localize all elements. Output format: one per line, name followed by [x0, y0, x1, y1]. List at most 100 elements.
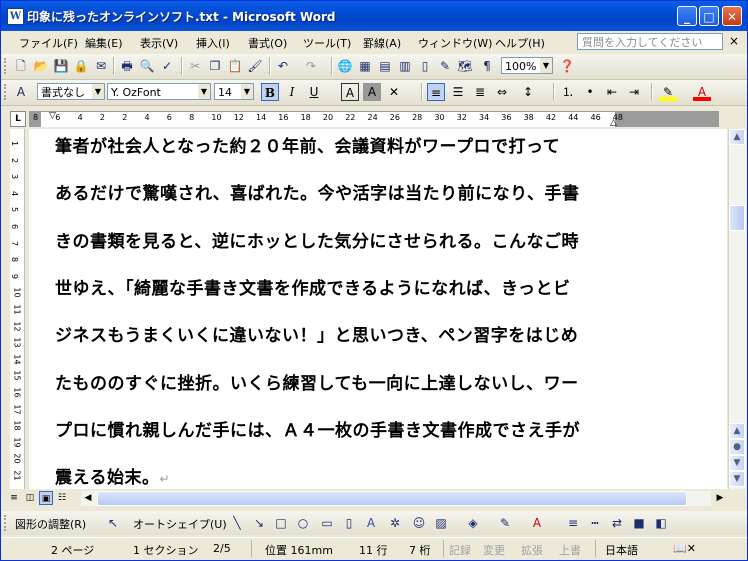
cut-icon[interactable]: ✂ — [187, 58, 203, 74]
font-color-icon[interactable]: A — [693, 83, 711, 101]
spelling-status-icon[interactable]: 📖✕ — [673, 542, 696, 555]
close-document-icon[interactable]: × — [729, 34, 739, 48]
menu-window[interactable]: ウィンドウ(W) — [418, 35, 492, 51]
normal-view-icon[interactable]: ≡ — [7, 491, 21, 505]
oval-icon[interactable]: ○ — [295, 515, 311, 531]
dash-style-icon[interactable]: ┅ — [587, 515, 603, 531]
scroll-left-icon[interactable]: ◀ — [81, 491, 95, 505]
distributed-icon[interactable]: ⇔ — [493, 83, 511, 101]
word-app-icon[interactable]: W — [7, 8, 24, 25]
diagram-icon[interactable]: ✲ — [387, 515, 403, 531]
close-button[interactable]: ✕ — [722, 6, 742, 26]
open-folder-icon[interactable]: 📂 — [33, 58, 49, 74]
italic-button[interactable]: I — [283, 83, 301, 101]
print-icon[interactable]: 🖶 — [119, 58, 135, 74]
document-line[interactable]: 震える始末。↵ — [55, 463, 170, 488]
horizontal-ruler[interactable]: 8 6 4 2 2 4 6 8 10 12 14 16 18 20 22 24 26 28 30 32 34 36 38 42… — [29, 111, 719, 128]
document-map-icon[interactable]: 🗺 — [457, 58, 473, 74]
indent-marker-icon[interactable]: ▽ — [49, 112, 56, 121]
draw-adjust-menu[interactable]: 図形の調整(R) — [15, 516, 86, 532]
scroll-up-icon[interactable]: ▲ — [729, 129, 745, 145]
redo-icon[interactable]: ↷ — [303, 58, 319, 74]
text-box-icon[interactable]: ▭ — [319, 515, 335, 531]
scroll-down-icon[interactable]: ▼ — [729, 455, 745, 471]
align-right-icon[interactable]: ≣ — [471, 83, 489, 101]
line-color-icon[interactable]: ✎ — [497, 515, 513, 531]
styles-formatting-icon[interactable]: A — [13, 84, 29, 100]
insert-excel-icon[interactable]: ▥ — [397, 58, 413, 74]
insert-table-icon[interactable]: ▤ — [377, 58, 393, 74]
menu-tools[interactable]: ツール(T) — [303, 35, 351, 51]
wordart-icon[interactable]: A — [363, 515, 379, 531]
menu-file[interactable]: ファイル(F) — [19, 35, 78, 51]
document-page[interactable]: 筆者が社会人となった約２０年前、会議資料がワープロで打って あるだけで驚嘆され、喜… — [29, 129, 727, 489]
bold-button[interactable]: B — [261, 83, 279, 101]
next-page-icon[interactable]: ▼ — [729, 471, 745, 487]
horizontal-scroll-thumb[interactable] — [97, 491, 687, 506]
email-icon[interactable]: ✉ — [93, 58, 109, 74]
select-browse-object-icon[interactable]: ● — [729, 439, 745, 455]
status-record[interactable]: 記録 — [449, 542, 471, 558]
menu-edit[interactable]: 編集(E) — [85, 35, 123, 51]
underline-button[interactable]: U — [305, 83, 323, 101]
font-select[interactable]: Y. OzFont ▼ — [107, 83, 211, 100]
columns-icon[interactable]: ▯ — [417, 58, 433, 74]
line-spacing-icon[interactable]: ↕ — [519, 83, 537, 101]
rectangle-icon[interactable]: □ — [273, 515, 289, 531]
align-center-icon[interactable]: ☰ — [449, 83, 467, 101]
font-color-draw-icon[interactable]: A — [529, 515, 545, 531]
line-icon[interactable]: ╲ — [229, 515, 245, 531]
font-size-select[interactable]: 14 ▼ — [214, 83, 254, 100]
document-line[interactable]: たもののすぐに挫折。いくら練習しても一向に上達しないし、ワー — [55, 369, 579, 394]
vertical-scrollbar[interactable]: ▲ ▲ ● ▼ ▼ — [728, 129, 746, 489]
tab-selector-icon[interactable]: L — [10, 111, 26, 127]
format-painter-icon[interactable]: 🖌 — [247, 58, 263, 74]
document-line[interactable]: 筆者が社会人となった約２０年前、会議資料がワープロで打って — [55, 132, 560, 157]
status-extend[interactable]: 拡張 — [521, 542, 543, 558]
document-line[interactable]: 世ゆえ、「綺麗な手書き文書を作成できるようになれば、きっとビ — [55, 274, 570, 299]
arrow-icon[interactable]: ↘ — [251, 515, 267, 531]
toolbar-grip[interactable] — [4, 58, 9, 74]
tables-borders-icon[interactable]: ▦ — [357, 58, 373, 74]
align-justify-icon[interactable]: ≡ — [427, 83, 445, 101]
web-layout-icon[interactable]: ◫ — [23, 491, 37, 505]
toolbar-grip[interactable] — [4, 84, 9, 100]
clip-art-icon[interactable]: ☺ — [411, 515, 427, 531]
scroll-up-icon[interactable]: ▲ — [729, 423, 745, 439]
status-overtype[interactable]: 上書 — [559, 542, 581, 558]
document-line[interactable]: ジネスもうまくいくに違いない！」と思いつき、ペン習字をはじめ — [55, 321, 578, 346]
menu-view[interactable]: 表示(V) — [140, 35, 178, 51]
save-icon[interactable]: 💾 — [53, 58, 69, 74]
style-select[interactable]: 書式なし ▼ — [37, 83, 105, 100]
menu-insert[interactable]: 挿入(I) — [196, 35, 230, 51]
chevron-down-icon[interactable]: ▼ — [241, 84, 253, 99]
print-preview-icon[interactable]: 🔍 — [139, 58, 155, 74]
chevron-down-icon[interactable]: ▼ — [198, 84, 210, 99]
autoshapes-menu[interactable]: オートシェイプ(U) — [133, 516, 227, 532]
hyperlink-icon[interactable]: 🌐 — [337, 58, 353, 74]
character-shading-icon[interactable]: A — [363, 83, 381, 101]
chevron-down-icon[interactable]: ▼ — [92, 84, 104, 99]
help-question-input[interactable]: 質問を入力してください — [577, 33, 723, 50]
undo-icon[interactable]: ↶ — [275, 58, 291, 74]
menu-table[interactable]: 罫線(A) — [363, 35, 401, 51]
spelling-icon[interactable]: ✓ — [159, 58, 175, 74]
select-objects-icon[interactable]: ↖ — [105, 515, 121, 531]
character-scaling-icon[interactable]: ✕ — [385, 83, 403, 101]
insert-picture-icon[interactable]: ▨ — [433, 515, 449, 531]
zoom-select[interactable]: 100% ▼ — [501, 57, 553, 74]
bullets-icon[interactable]: • — [581, 83, 599, 101]
drawing-icon[interactable]: ✎ — [437, 58, 453, 74]
new-document-icon[interactable]: 🗋 — [13, 58, 29, 74]
chevron-down-icon[interactable]: ▼ — [540, 58, 552, 73]
increase-indent-icon[interactable]: ⇥ — [625, 83, 643, 101]
document-line[interactable]: あるだけで驚嘆され、喜ばれた。今や活字は当たり前になり、手書 — [55, 179, 580, 204]
menu-help[interactable]: ヘルプ(H) — [495, 35, 545, 51]
scroll-thumb[interactable] — [729, 205, 745, 231]
fill-color-icon[interactable]: ◈ — [465, 515, 481, 531]
maximize-button[interactable]: □ — [699, 6, 719, 26]
title-bar[interactable]: W 印象に残ったオンラインソフト.txt - Microsoft Word _ … — [1, 1, 747, 31]
horizontal-scrollbar[interactable]: ◀ — [81, 491, 711, 506]
menu-format[interactable]: 書式(O) — [248, 35, 287, 51]
print-layout-icon[interactable]: ▣ — [39, 491, 53, 505]
